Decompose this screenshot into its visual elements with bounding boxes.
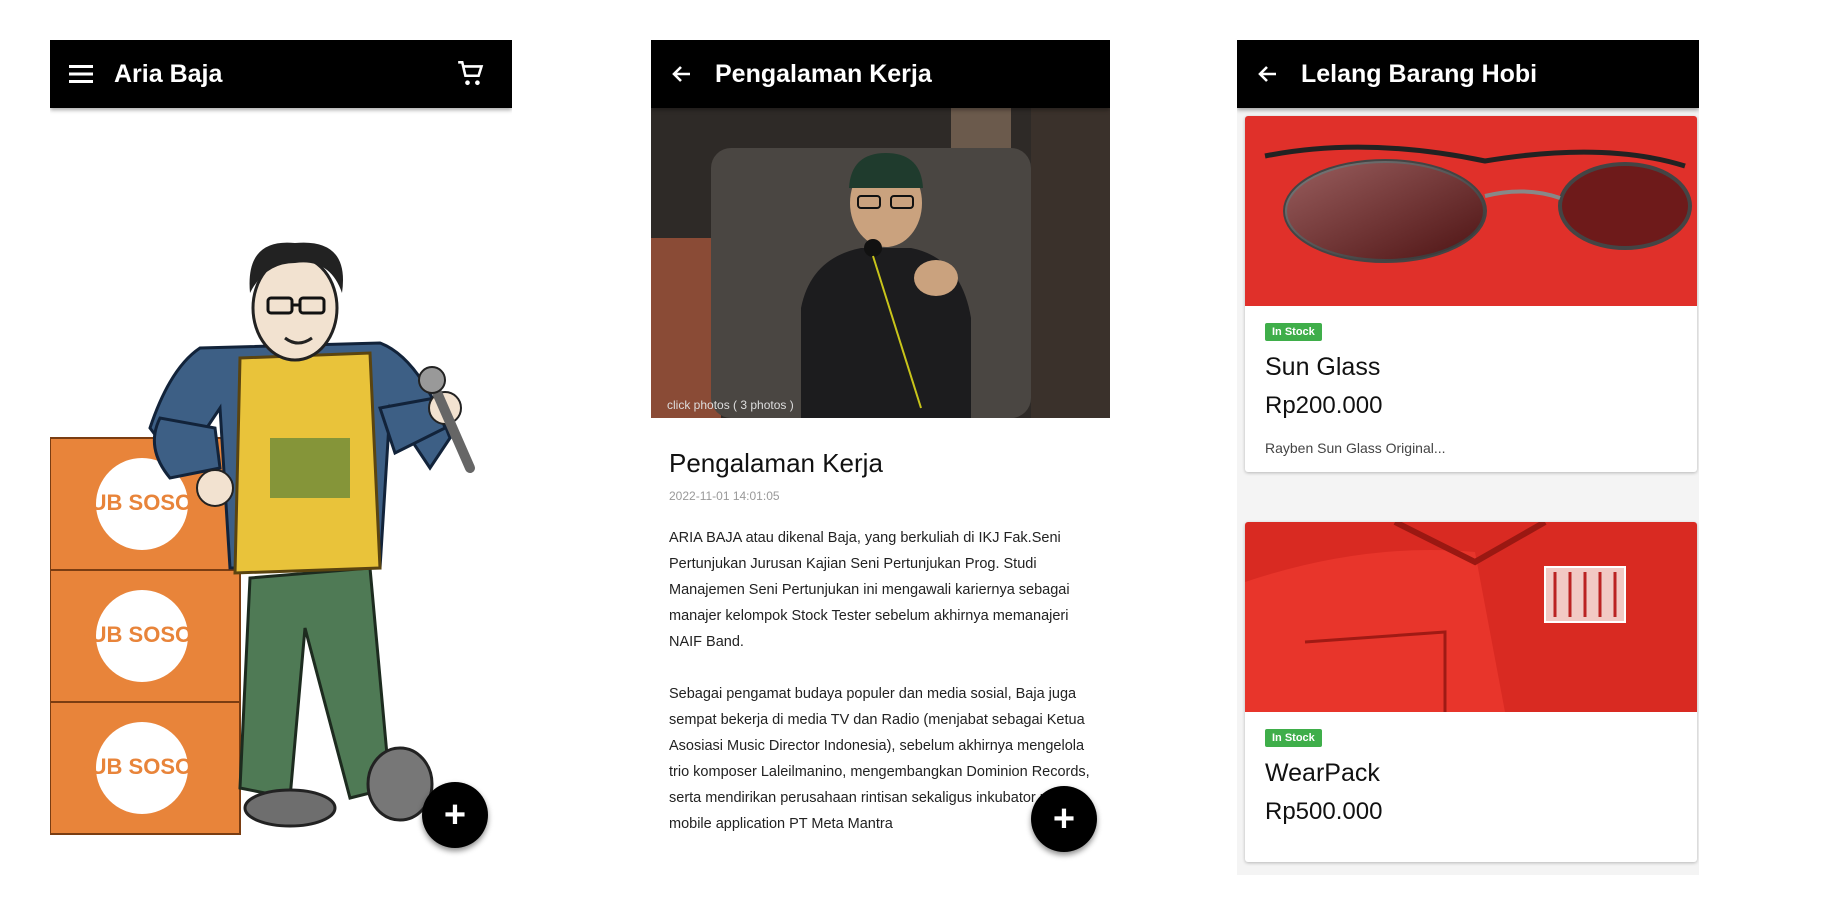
- cart-icon[interactable]: [456, 59, 486, 89]
- product-price: Rp200.000: [1265, 392, 1383, 419]
- orange-box: SUB SOSOR: [50, 701, 241, 835]
- product-card[interactable]: In Stock Sun Glass Rp200.000 Rayben Sun …: [1245, 116, 1697, 472]
- product-price: Rp500.000: [1265, 798, 1383, 825]
- app-bar: Pengalaman Kerja: [651, 40, 1110, 108]
- article-date: 2022-11-01 14:01:05: [669, 489, 780, 503]
- product-card[interactable]: In Stock WearPack Rp500.000: [1245, 522, 1697, 862]
- article-photo[interactable]: click photos ( 3 photos ): [651, 108, 1110, 418]
- svg-text:SUB SOSOR: SUB SOSOR: [76, 622, 208, 647]
- article-screen: Pengalaman Kerja click photos ( 3 photos…: [651, 40, 1110, 875]
- product-description: Rayben Sun Glass Original...: [1265, 440, 1446, 456]
- orange-box: SUB SOSOR: [50, 569, 241, 703]
- app-bar: Lelang Barang Hobi: [1237, 40, 1699, 108]
- photo-caption: click photos ( 3 photos ): [667, 398, 794, 412]
- wearpack-image: [1245, 522, 1697, 712]
- article-heading: Pengalaman Kerja: [669, 448, 883, 478]
- stock-badge: In Stock: [1265, 323, 1322, 341]
- stock-badge: In Stock: [1265, 729, 1322, 747]
- product-name: Sun Glass: [1265, 353, 1381, 381]
- interview-photo: [651, 108, 1110, 418]
- add-button[interactable]: +: [1031, 786, 1097, 852]
- profile-screen: Aria Baja SUB SOSOR SUB SOSOR SUB SOSOR: [50, 40, 512, 875]
- sunglasses-image: [1245, 116, 1697, 306]
- article-paragraph: ARIA BAJA atau dikenal Baja, yang berkul…: [669, 530, 1070, 650]
- auction-screen: Lelang Barang Hobi In Stock Sun Glass Rp…: [1237, 40, 1699, 875]
- product-name: WearPack: [1265, 759, 1380, 787]
- arrow-back-icon[interactable]: [669, 61, 695, 87]
- menu-icon[interactable]: [68, 61, 94, 87]
- svg-text:SUB SOSOR: SUB SOSOR: [76, 754, 208, 779]
- arrow-back-icon[interactable]: [1255, 61, 1281, 87]
- app-title: Aria Baja: [114, 59, 223, 88]
- app-title: Pengalaman Kerja: [715, 59, 932, 88]
- article-paragraph: Sebagai pengamat budaya populer dan medi…: [669, 686, 1090, 832]
- caricature-illustration: SUB SOSOR SUB SOSOR SUB SOSOR: [50, 242, 475, 835]
- app-bar: Aria Baja: [50, 40, 512, 108]
- add-button[interactable]: +: [422, 782, 488, 848]
- svg-text:SUB SOSOR: SUB SOSOR: [76, 490, 208, 515]
- app-title: Lelang Barang Hobi: [1301, 59, 1538, 88]
